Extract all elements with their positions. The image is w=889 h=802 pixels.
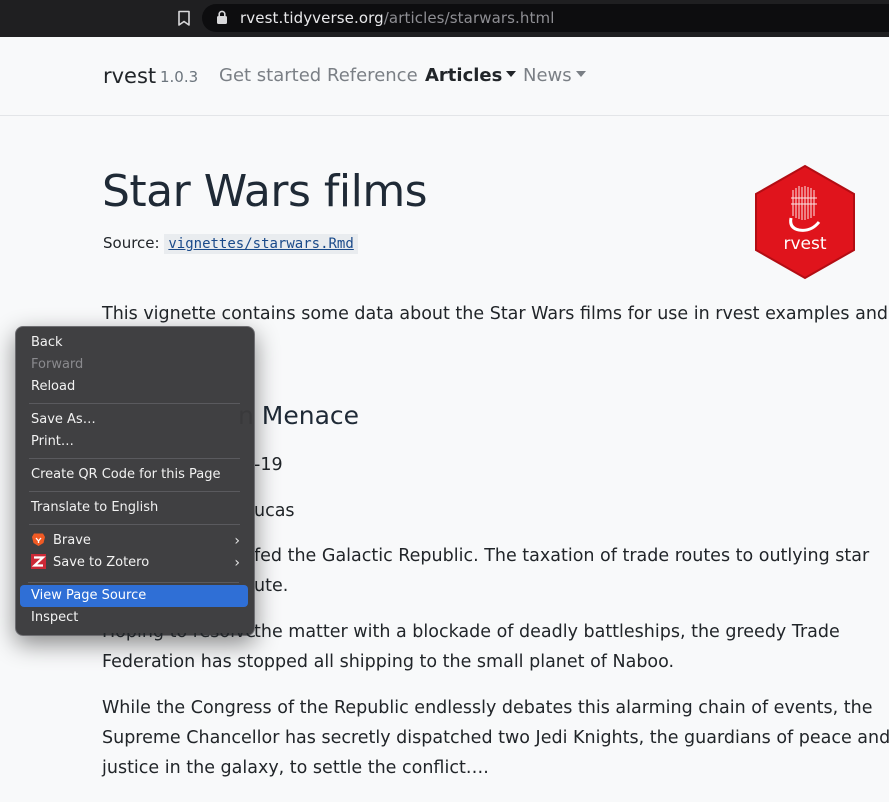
- menu-label-forward: Forward: [31, 357, 84, 372]
- menu-label-qr-code: Create QR Code for this Page: [31, 467, 221, 482]
- menu-separator: [29, 458, 240, 459]
- nav-reference[interactable]: Reference: [327, 65, 418, 86]
- nav-articles-label: Articles: [425, 65, 503, 86]
- chevron-right-icon: ›: [234, 555, 240, 571]
- page-title: Star Wars films: [102, 166, 428, 217]
- source-label: Source:: [103, 234, 160, 252]
- source-line: Source: vignettes/starwars.Rmd: [103, 234, 358, 254]
- menu-label-view-page-source: View Page Source: [31, 588, 147, 603]
- brave-lion-icon: [32, 533, 45, 546]
- logo-text: rvest: [783, 234, 826, 254]
- nav-get-started[interactable]: Get started: [219, 65, 321, 86]
- menu-separator: [29, 491, 240, 492]
- source-file-link[interactable]: vignettes/starwars.Rmd: [164, 234, 358, 254]
- zotero-icon: [31, 554, 46, 569]
- director-text: ucas: [254, 501, 295, 521]
- url-path: /articles/starwars.html: [383, 9, 555, 27]
- menu-item-inspect[interactable]: Inspect: [20, 607, 248, 629]
- site-brand[interactable]: rvest: [103, 64, 156, 88]
- lock-icon[interactable]: [216, 10, 228, 25]
- site-version: 1.0.3: [160, 68, 199, 86]
- menu-label-inspect: Inspect: [31, 610, 79, 625]
- menu-separator: [29, 524, 240, 525]
- caret-down-icon: [575, 71, 586, 77]
- nav-news[interactable]: News: [523, 65, 586, 86]
- para2-line-2: Federation has stopped all shipping to t…: [102, 652, 675, 672]
- para3-line-2: Supreme Chancellor has secretly dispatch…: [102, 728, 889, 748]
- menu-label-save-to-zotero: Save to Zotero: [53, 555, 150, 570]
- menu-item-forward[interactable]: Forward: [20, 354, 248, 376]
- menu-item-view-page-source[interactable]: View Page Source: [20, 585, 248, 607]
- rvest-hex-logo: rvest: [755, 164, 855, 280]
- menu-label-print: Print…: [31, 434, 74, 449]
- bookmark-icon[interactable]: [176, 10, 192, 27]
- chevron-right-icon: ›: [234, 533, 240, 549]
- release-date-text: -19: [254, 455, 283, 475]
- menu-item-translate[interactable]: Translate to English: [20, 497, 248, 519]
- crawl-line-1: fed the Galactic Republic. The taxation …: [254, 546, 870, 566]
- browser-toolbar: rvest.tidyverse.org/articles/starwars.ht…: [0, 0, 889, 37]
- context-menu: Back Forward Reload Save As… Print… Crea…: [15, 326, 255, 636]
- nav-news-label: News: [523, 65, 572, 86]
- caret-down-icon: [506, 71, 517, 77]
- para3-line-1: While the Congress of the Republic endle…: [102, 698, 873, 718]
- crawl-line-2: ute.: [254, 576, 289, 596]
- url-text[interactable]: rvest.tidyverse.org/articles/starwars.ht…: [240, 9, 555, 27]
- intro-paragraph: This vignette contains some data about t…: [102, 304, 889, 324]
- menu-item-back[interactable]: Back: [20, 332, 248, 354]
- section-heading: n Menace: [238, 401, 360, 430]
- menu-label-translate: Translate to English: [31, 500, 159, 515]
- menu-separator: [29, 403, 240, 404]
- menu-label-reload: Reload: [31, 379, 76, 394]
- menu-label-save-as: Save As…: [31, 412, 96, 427]
- menu-separator: [28, 582, 239, 583]
- menu-item-save-as[interactable]: Save As…: [20, 409, 248, 431]
- menu-item-reload[interactable]: Reload: [20, 376, 248, 398]
- menu-item-save-to-zotero[interactable]: Save to Zotero ›: [20, 552, 248, 574]
- url-domain: rvest.tidyverse.org: [240, 9, 384, 27]
- para2-line-1: the matter with a blockade of deadly bat…: [254, 622, 840, 642]
- menu-item-qr-code[interactable]: Create QR Code for this Page: [20, 464, 248, 486]
- menu-label-brave: Brave: [53, 533, 91, 548]
- menu-item-brave[interactable]: Brave ›: [20, 530, 248, 552]
- menu-item-print[interactable]: Print…: [20, 431, 248, 453]
- site-navbar: rvest 1.0.3 Get started Reference Articl…: [0, 37, 889, 116]
- menu-label-back: Back: [31, 335, 63, 350]
- para3-line-3: justice in the galaxy, to settle the con…: [102, 758, 489, 778]
- nav-articles[interactable]: Articles: [425, 65, 517, 86]
